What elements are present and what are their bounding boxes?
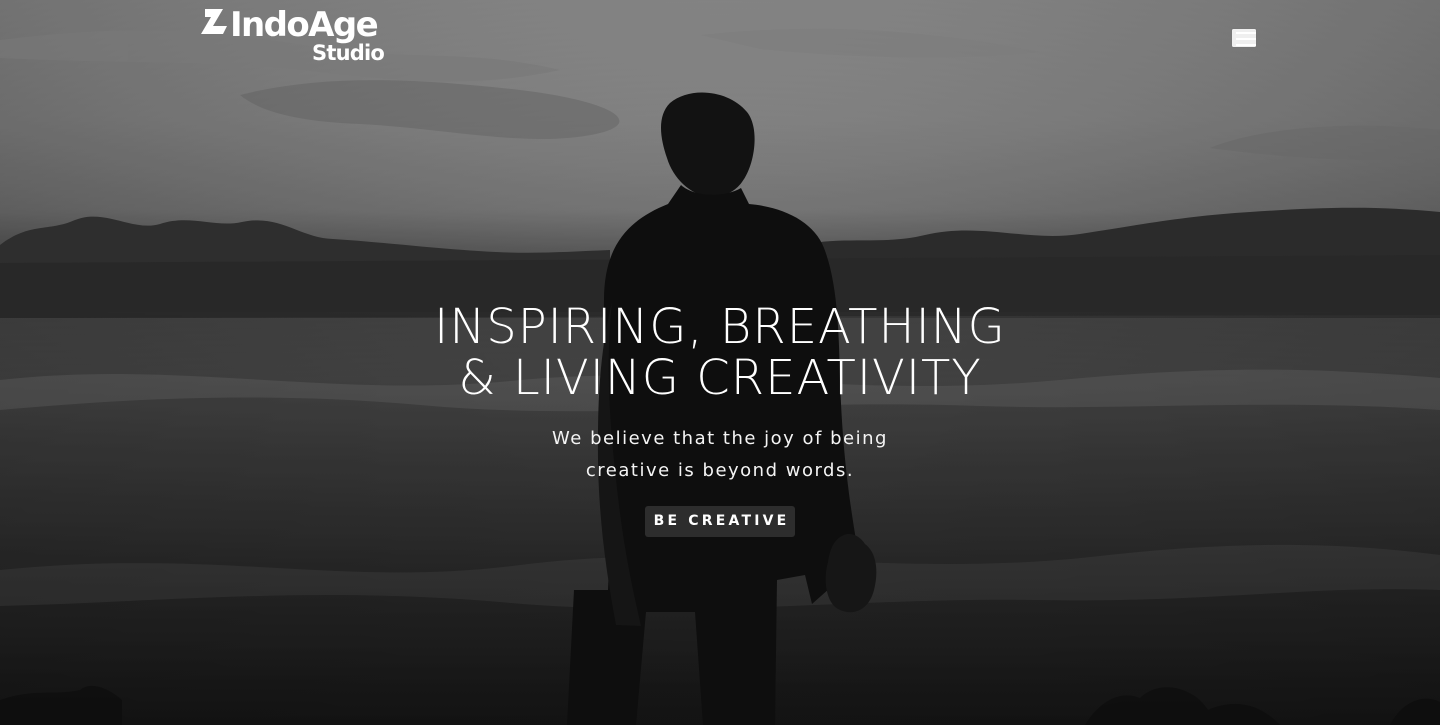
hero-subtext-line-1: We believe that the joy of being: [552, 428, 888, 449]
hero-subtext: We believe that the joy of being creativ…: [420, 423, 1020, 487]
menu-icon-line-bottom: [1236, 44, 1256, 46]
brand-logo[interactable]: IndoAge Studio: [199, 5, 389, 68]
be-creative-button[interactable]: BE CREATIVE: [645, 506, 795, 537]
site-header: IndoAge Studio: [0, 0, 1440, 76]
hero-section: IndoAge Studio INSPIRING, BREATHING & LI…: [0, 0, 1440, 725]
logo-secondary-text: Studio: [312, 41, 385, 65]
menu-icon-line-middle: [1236, 38, 1256, 40]
menu-button[interactable]: [1231, 28, 1257, 48]
hero-headline-line-2: & LIVING CREATIVITY: [458, 350, 982, 406]
hero-headline-line-1: INSPIRING, BREATHING: [434, 299, 1006, 355]
hero-subtext-line-2: creative is beyond words.: [585, 460, 855, 481]
menu-icon-line-top: [1236, 32, 1256, 34]
logo-primary-text: IndoAge: [230, 5, 379, 45]
hero-headline: INSPIRING, BREATHING & LIVING CREATIVITY: [320, 302, 1120, 404]
brand-mark-icon: [201, 9, 227, 34]
